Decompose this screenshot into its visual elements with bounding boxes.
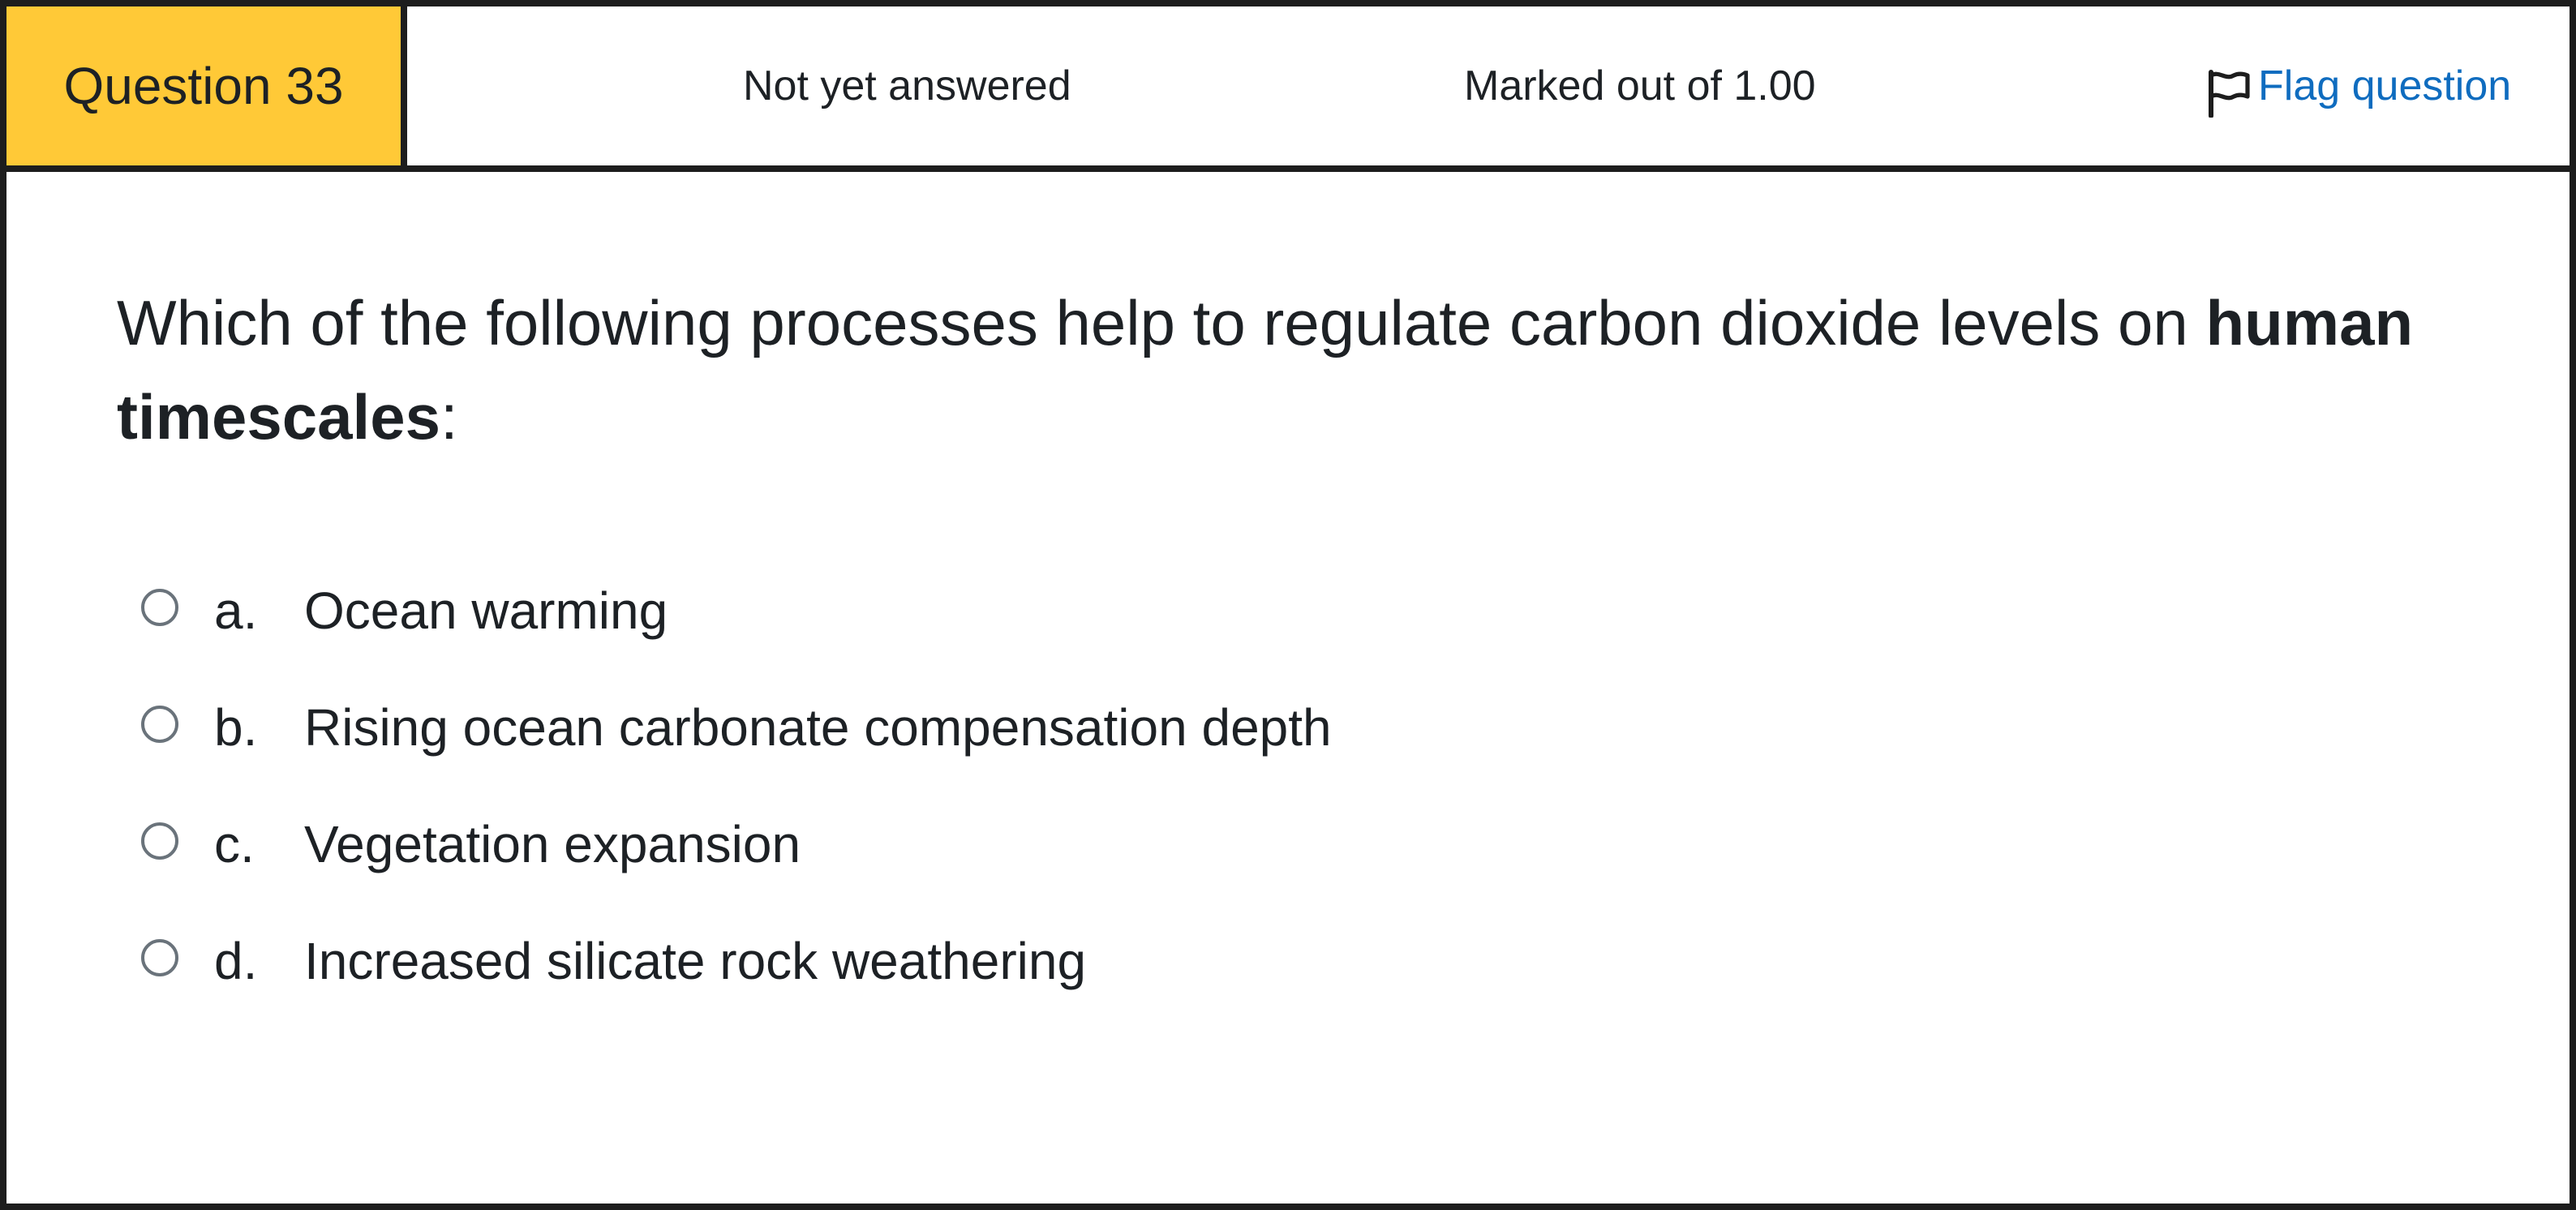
question-text-colon: : <box>440 381 458 453</box>
answer-letter: b. <box>214 698 258 757</box>
answer-text[interactable]: Increased silicate rock weathering <box>304 931 1086 991</box>
flag-question-link[interactable]: Flag question <box>2206 6 2511 165</box>
flag-icon <box>2209 70 2250 118</box>
answer-text[interactable]: Ocean warming <box>304 581 668 641</box>
answer-option-b[interactable]: b. Rising ocean carbonate compensation d… <box>141 687 1332 768</box>
radio-button[interactable] <box>141 939 178 976</box>
question-card: Question 33 Not yet answered Marked out … <box>0 0 2576 1210</box>
question-number: Question 33 <box>6 6 407 165</box>
answer-letter: a. <box>214 581 258 640</box>
question-header: Question 33 Not yet answered Marked out … <box>6 6 2570 172</box>
answer-option-a[interactable]: a. Ocean warming <box>141 570 668 651</box>
answer-text[interactable]: Vegetation expansion <box>304 814 801 874</box>
radio-button[interactable] <box>141 706 178 743</box>
answer-letter: c. <box>214 815 255 873</box>
answer-option-c[interactable]: c. Vegetation expansion <box>141 804 801 885</box>
question-state: Not yet answered <box>743 62 1071 109</box>
question-text: Which of the following processes help to… <box>117 276 2469 464</box>
answer-text[interactable]: Rising ocean carbonate compensation dept… <box>304 697 1332 757</box>
flag-question-label[interactable]: Flag question <box>2258 62 2511 110</box>
answer-option-d[interactable]: d. Increased silicate rock weathering <box>141 920 1086 1002</box>
question-grade: Marked out of 1.00 <box>1464 62 1816 109</box>
question-text-main: Which of the following processes help to… <box>117 287 2206 358</box>
radio-button[interactable] <box>141 822 178 860</box>
radio-button[interactable] <box>141 589 178 626</box>
answer-letter: d. <box>214 932 258 990</box>
